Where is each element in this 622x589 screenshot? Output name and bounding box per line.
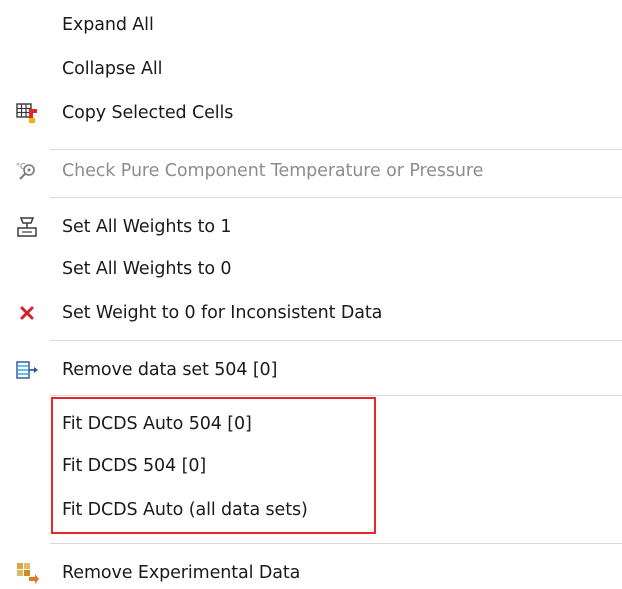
menu-item-copy-selected-cells[interactable]: Copy Selected Cells: [0, 93, 622, 133]
menu-item-remove-data-set[interactable]: Remove data set 504 [0]: [0, 350, 622, 390]
highlight-annotation-box: [51, 397, 376, 534]
context-menu: Expand All Collapse All Copy Selected Ce…: [0, 0, 622, 589]
menu-item-label: Set Weight to 0 for Inconsistent Data: [62, 303, 383, 323]
menu-item-label: Remove Experimental Data: [62, 563, 301, 583]
check-pure-component-icon: °C: [15, 159, 39, 183]
red-x-icon: [15, 301, 39, 325]
menu-item-label: Expand All: [62, 15, 154, 35]
menu-separator: [50, 395, 622, 396]
menu-separator: [50, 149, 622, 150]
menu-item-label: Set All Weights to 0: [62, 259, 232, 279]
menu-item-set-weight-0-inconsistent[interactable]: Set Weight to 0 for Inconsistent Data: [0, 293, 622, 333]
remove-dataset-icon: [15, 358, 39, 382]
menu-item-expand-all[interactable]: Expand All: [0, 5, 622, 45]
menu-item-label: Collapse All: [62, 59, 163, 79]
menu-separator: [50, 340, 622, 341]
weight-scale-icon: [15, 215, 39, 239]
menu-separator: [50, 543, 622, 544]
menu-item-set-all-weights-1[interactable]: Set All Weights to 1: [0, 207, 622, 247]
menu-item-remove-experimental-data[interactable]: Remove Experimental Data: [0, 553, 622, 589]
menu-item-check-pure-component[interactable]: °C Check Pure Component Temperature or P…: [0, 151, 622, 191]
menu-item-label: Check Pure Component Temperature or Pres…: [62, 161, 484, 181]
copy-cells-icon: [15, 101, 39, 125]
menu-item-label: Remove data set 504 [0]: [62, 360, 278, 380]
menu-separator: [50, 197, 622, 198]
menu-item-label: Copy Selected Cells: [62, 103, 234, 123]
menu-item-set-all-weights-0[interactable]: Set All Weights to 0: [0, 249, 622, 289]
menu-item-label: Set All Weights to 1: [62, 217, 232, 237]
remove-experimental-data-icon: [15, 561, 39, 585]
menu-item-collapse-all[interactable]: Collapse All: [0, 49, 622, 89]
